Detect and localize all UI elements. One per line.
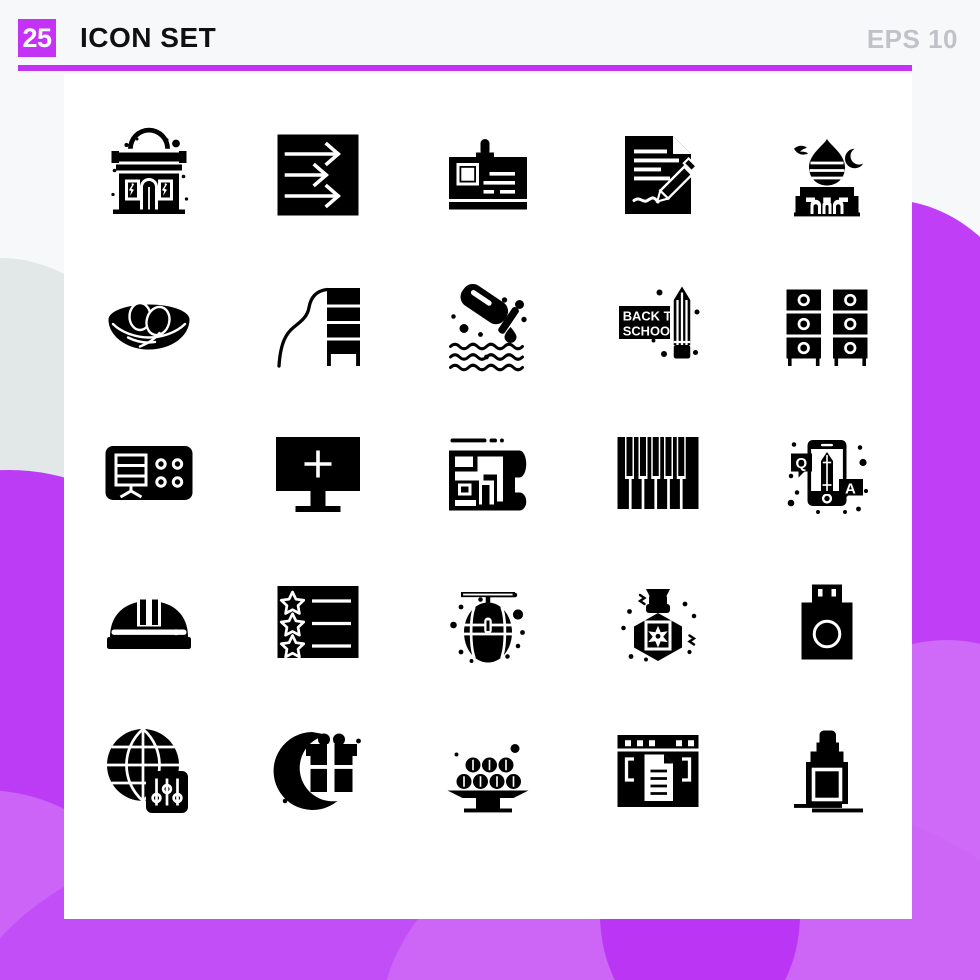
back-to-school-line-2: SCHOOL	[622, 323, 677, 338]
global-settings-icon	[106, 727, 188, 813]
mobile-qa-learning-icon: Q A	[787, 439, 869, 514]
icon-cell-17[interactable]	[258, 562, 378, 682]
icon-cell-16[interactable]	[89, 562, 209, 682]
header-divider	[18, 65, 912, 71]
water-slide-icon	[277, 287, 361, 368]
school-bus-panel-icon	[105, 445, 193, 500]
spray-bottle-icon	[794, 730, 864, 812]
page-title: ICON SET	[80, 22, 217, 53]
bird-nest-icon	[108, 301, 190, 349]
icon-cell-23[interactable]	[428, 711, 548, 831]
usb-flash-drive-icon	[801, 584, 853, 659]
icon-cell-9[interactable]: BACK TO SCHOOL	[598, 264, 718, 384]
icon-cell-7[interactable]	[258, 264, 378, 384]
document-sign-icon	[624, 135, 698, 214]
icon-cell-22[interactable]	[258, 711, 378, 831]
icon-cell-18[interactable]	[428, 562, 548, 682]
icon-cell-8[interactable]	[428, 264, 548, 384]
favorites-list-icon	[277, 585, 359, 658]
arrows-right-icon	[277, 134, 359, 215]
icon-cell-14[interactable]	[598, 413, 718, 533]
eps-version-label: EPS 10	[866, 24, 958, 54]
poster-header: 25 ICON SET EPS 10	[0, 0, 980, 74]
icon-cell-5[interactable]	[767, 115, 887, 235]
icon-cell-13[interactable]	[428, 413, 548, 533]
icon-sheet: BACK TO SCHOOL Q A	[64, 74, 912, 919]
id-card-icon	[448, 138, 527, 209]
shop-building-icon	[111, 127, 188, 214]
icon-cell-1[interactable]	[89, 115, 209, 235]
blueprint-icon	[448, 438, 527, 510]
icon-cell-25[interactable]	[767, 711, 887, 831]
safety-helmet-icon	[106, 599, 191, 649]
back-to-school-line-1: BACK TO	[622, 308, 681, 323]
icon-grid: BACK TO SCHOOL Q A	[64, 100, 912, 845]
mosque-icon	[794, 138, 864, 216]
filing-cabinets-icon	[786, 289, 868, 366]
back-to-school-icon: BACK TO SCHOOL	[618, 286, 700, 358]
icon-cell-11[interactable]	[89, 413, 209, 533]
qa-bubble-q: Q	[796, 454, 808, 471]
icon-cell-2[interactable]	[258, 115, 378, 235]
icon-cell-19[interactable]	[598, 562, 718, 682]
sweets-platter-icon	[447, 743, 529, 812]
icon-cell-4[interactable]	[598, 115, 718, 235]
icon-cell-15[interactable]: Q A	[767, 413, 887, 533]
qa-bubble-a: A	[845, 480, 856, 497]
icon-cell-20[interactable]	[767, 562, 887, 682]
icon-cell-12[interactable]	[258, 413, 378, 533]
perfume-bottle-icon	[620, 588, 696, 661]
icon-cell-10[interactable]	[767, 264, 887, 384]
icon-cell-6[interactable]	[89, 264, 209, 384]
icon-cell-3[interactable]	[428, 115, 548, 235]
icon-count-badge: 25	[18, 19, 56, 57]
water-pollution-icon	[448, 283, 527, 371]
icon-cell-21[interactable]	[89, 711, 209, 831]
computer-mouse-icon	[450, 591, 525, 663]
icon-set-poster: 25 ICON SET EPS 10 BACK TO SCHOOL Q A	[0, 0, 980, 980]
icon-cell-24[interactable]	[598, 711, 718, 831]
browser-document-icon	[617, 734, 699, 807]
eid-gift-moon-icon	[273, 731, 362, 810]
monitor-add-icon	[276, 436, 361, 512]
piano-keys-icon	[617, 436, 699, 509]
